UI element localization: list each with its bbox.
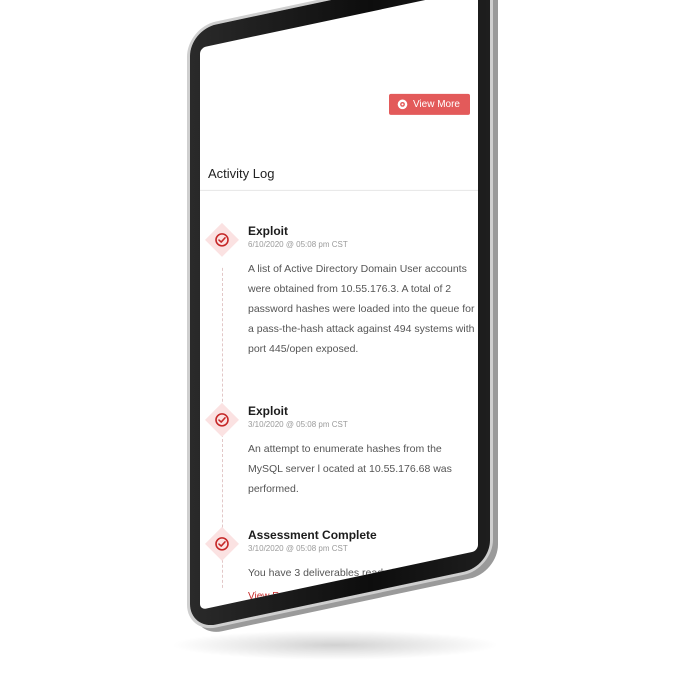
entry-timestamp: 3/10/2020 @ 05:08 pm CST — [248, 419, 348, 429]
card-title: Activity Log — [208, 165, 275, 181]
check-circle-icon — [215, 413, 229, 427]
entry-title: Exploit — [248, 403, 289, 418]
entry-content: Exploit 6/10/2020 @ 05:08 pm CST A list … — [248, 224, 478, 359]
stage: View More Activity Log Exploit 6/10/2020… — [0, 0, 700, 700]
view-more-label: View More — [412, 98, 460, 110]
entry-body: An attempt to enumerate hashes from the … — [248, 442, 452, 495]
check-circle-icon — [215, 233, 229, 247]
entry-timestamp: 6/10/2020 @ 05:08 pm CST — [248, 239, 348, 249]
entry-body: A list of Active Directory Domain User a… — [248, 262, 475, 355]
eye-icon — [397, 99, 408, 110]
view-more-button[interactable]: View More — [388, 93, 470, 115]
card-divider — [200, 189, 478, 191]
tablet-screen: View More Activity Log Exploit 6/10/2020… — [200, 0, 478, 610]
tablet-device: View More Activity Log Exploit 6/10/2020… — [190, 0, 490, 630]
check-circle-icon — [215, 537, 229, 551]
screen-content: View More Activity Log Exploit 6/10/2020… — [200, 48, 478, 610]
entry-timestamp: 3/10/2020 @ 05:08 pm CST — [248, 543, 348, 553]
device-shadow — [170, 630, 500, 660]
entry-title: Assessment Complete — [248, 527, 377, 542]
entry-title: Exploit — [248, 223, 289, 238]
entry-content: Exploit 3/10/2020 @ 05:08 pm CST An atte… — [248, 404, 478, 499]
